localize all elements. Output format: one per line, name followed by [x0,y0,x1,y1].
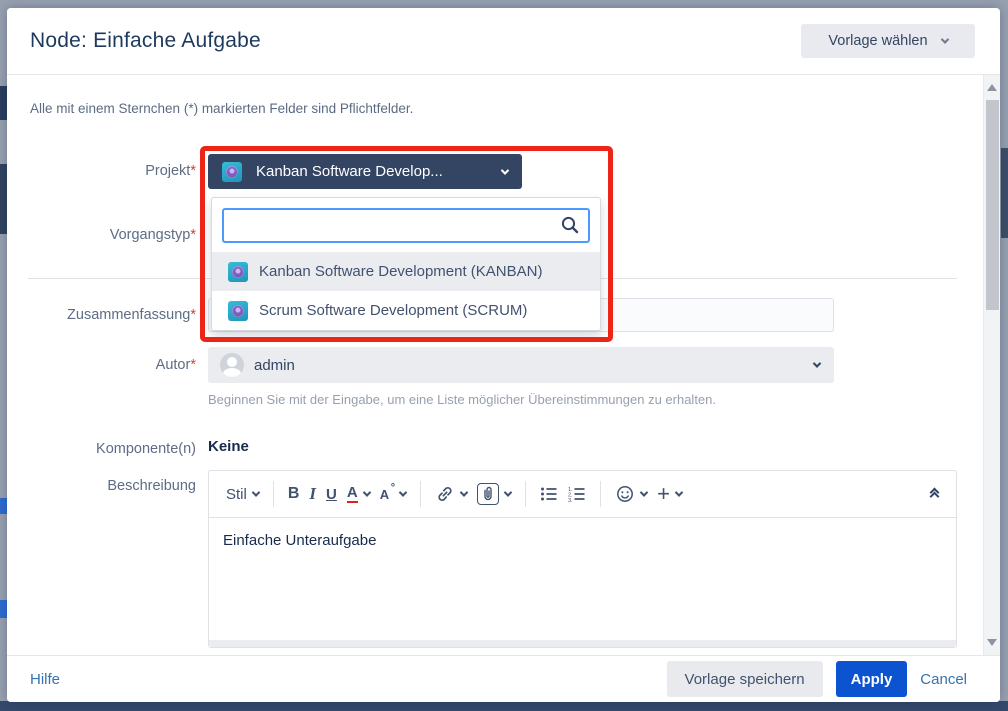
required-fields-hint: Alle mit einem Sternchen (*) markierten … [30,101,413,116]
issue-type-label: Vorgangstyp* [7,218,196,253]
style-dropdown[interactable]: Stil [221,482,264,507]
create-issue-dialog: Node: Einfache Aufgabe Vorlage wählen Al… [7,8,1000,702]
choose-template-label: Vorlage wählen [828,33,927,49]
project-search [222,208,590,243]
required-asterisk: * [190,307,196,323]
help-link[interactable]: Hilfe [30,671,60,688]
toolbar-separator [273,481,274,507]
char-style-button[interactable]: A [375,483,411,506]
chevron-down-icon [640,488,648,496]
scroll-down-arrow[interactable] [987,639,997,646]
background-fragment [0,164,7,234]
background-fragment [1001,148,1008,238]
chevron-down-icon [813,359,821,367]
project-option-kanban[interactable]: Kanban Software Development (KANBAN) [212,252,600,291]
dialog-title: Node: Einfache Aufgabe [30,29,261,53]
description-label: Beschreibung [7,475,196,497]
numbered-list-button[interactable]: 1. 2. 3. [563,482,591,506]
description-text-area[interactable]: Einfache Unteraufgabe [209,518,956,634]
project-option-scrum[interactable]: Scrum Software Development (SCRUM) [212,291,600,330]
cancel-button[interactable]: Cancel [920,671,967,688]
scrollbar-thumb[interactable] [986,100,999,310]
project-option-list: Kanban Software Development (KANBAN) Scr… [212,252,600,330]
bold-button[interactable]: B [283,481,305,507]
italic-button[interactable]: I [304,480,321,508]
project-option-label: Scrum Software Development (SCRUM) [259,302,527,319]
save-template-button[interactable]: Vorlage speichern [667,661,823,697]
chevron-down-icon [675,488,683,496]
project-select-value: Kanban Software Develop... [256,163,488,180]
toolbar-separator [525,481,526,507]
background-fragment [0,600,7,618]
description-editor: Stil B I U A A [208,470,957,648]
project-option-label: Kanban Software Development (KANBAN) [259,263,542,280]
background-fragment [0,86,7,120]
chevron-down-icon [399,488,407,496]
search-icon [559,214,581,236]
author-value: admin [254,357,804,374]
scroll-up-arrow[interactable] [987,84,997,91]
dialog-header: Node: Einfache Aufgabe Vorlage wählen [7,8,1000,75]
smiley-icon [615,484,635,504]
project-avatar-icon [228,262,248,282]
link-button[interactable] [430,480,472,508]
svg-text:3.: 3. [568,498,573,502]
toolbar-separator [420,481,421,507]
emoji-button[interactable] [610,480,652,508]
project-avatar-icon [222,162,242,182]
project-label: Projekt* [7,154,196,189]
background-fragment [0,498,7,514]
text-color-button[interactable]: A [342,481,375,507]
required-asterisk: * [190,357,196,373]
chevron-down-icon [362,488,370,496]
toolbar-separator [600,481,601,507]
project-dropdown-panel: Kanban Software Development (KANBAN) Scr… [211,197,601,331]
editor-bottom-strip [209,640,956,647]
insert-more-button[interactable]: + [652,482,687,506]
project-avatar-icon [228,301,248,321]
dialog-footer: Hilfe Vorlage speichern Apply Cancel [7,655,1000,702]
project-select[interactable]: Kanban Software Develop... [208,154,522,189]
user-avatar-icon [220,353,244,377]
background-page-edge [0,701,1008,711]
required-asterisk: * [190,163,196,179]
required-asterisk: * [190,227,196,243]
chevron-down-icon [504,488,512,496]
collapse-toolbar-button[interactable] [927,485,942,504]
author-helper-text: Beginnen Sie mit der Eingabe, um eine Li… [208,392,716,407]
chevron-down-icon [940,35,948,43]
plus-icon: + [657,486,670,502]
bullet-list-button[interactable] [535,482,563,506]
author-select[interactable]: admin [208,347,834,383]
components-label: Komponente(n) [7,438,196,460]
dialog-body: Alle mit einem Sternchen (*) markierten … [7,75,983,655]
project-search-input[interactable] [222,208,590,243]
author-label: Autor* [7,347,196,383]
paperclip-icon [477,483,499,505]
choose-template-button[interactable]: Vorlage wählen [801,24,975,58]
summary-label: Zusammenfassung* [7,298,196,332]
components-value: Keine [208,438,249,455]
underline-button[interactable]: U [321,482,342,507]
chevron-down-icon [460,488,468,496]
chevron-down-icon [501,166,509,174]
editor-toolbar: Stil B I U A A [209,471,956,518]
vertical-scrollbar[interactable] [983,75,1000,655]
numbered-list-icon: 1. 2. 3. [568,486,586,502]
chevron-down-icon [252,488,260,496]
link-icon [435,484,455,504]
apply-button[interactable]: Apply [836,661,908,697]
bullet-list-icon [540,486,558,502]
footer-actions: Vorlage speichern Apply Cancel [667,661,967,697]
attachment-button[interactable] [472,479,516,509]
